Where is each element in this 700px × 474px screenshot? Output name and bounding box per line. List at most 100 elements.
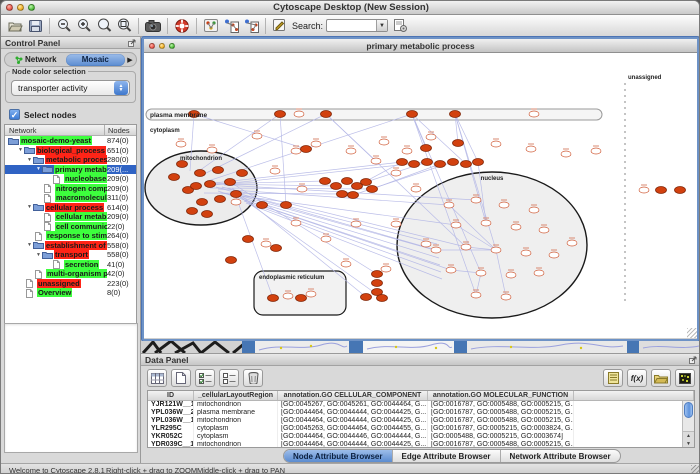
zoom-selected-icon[interactable]	[94, 16, 114, 35]
scrollbar-thumb[interactable]	[684, 402, 693, 418]
tree-row[interactable]: ▼primary metabo209(...	[5, 165, 136, 175]
unselect-attributes-icon[interactable]	[219, 369, 239, 387]
scrollbar-arrows[interactable]: ▲▼	[683, 431, 694, 447]
zoom-out-icon[interactable]	[54, 16, 74, 35]
disclosure-triangle-icon[interactable]: ▼	[35, 252, 42, 258]
zoom-fit-icon[interactable]	[114, 16, 134, 35]
tree-row[interactable]: mosaic-demo-yeast874(0)	[5, 136, 136, 146]
disclosure-triangle-icon[interactable]: ▼	[17, 147, 24, 153]
table-cell: YLR295C	[148, 425, 194, 433]
label-notepad-icon[interactable]	[603, 369, 623, 387]
float-panel-icon[interactable]	[689, 356, 697, 364]
data-panel: Data Panel f(x)	[141, 353, 700, 463]
select-nodes-label: Select nodes	[24, 110, 76, 120]
table-cell: [GO:0016787, GO:0005488, GO:0005215, G..…	[428, 401, 574, 409]
svg-text:mitochondrion: mitochondrion	[180, 156, 222, 162]
function-builder-icon[interactable]: f(x)	[627, 369, 647, 387]
tree-row[interactable]: nitrogen compo209(0)	[5, 184, 136, 194]
help-lifebuoy-icon[interactable]	[172, 16, 192, 35]
tab-network[interactable]: Network	[6, 54, 66, 66]
tree-row[interactable]: Overview 8(0)	[5, 288, 136, 298]
table-row[interactable]: YLR295Ccytoplasm[GO:0045263, GO:0044464,…	[148, 425, 694, 433]
table-cell	[574, 441, 694, 448]
import-attributes-icon[interactable]	[651, 369, 671, 387]
camera-icon[interactable]	[143, 16, 163, 35]
tree-row[interactable]: ▼establishment of lo558(0)	[5, 241, 136, 251]
annotation-icon[interactable]	[270, 16, 290, 35]
search-input[interactable]	[327, 20, 376, 31]
network-canvas[interactable]: plasma membranecytoplasmmitochondrionnuc…	[144, 53, 697, 338]
tree-row[interactable]: secretion41(0)	[5, 260, 136, 270]
column-id[interactable]: ID	[148, 391, 194, 400]
table-cell: YJR121W__1	[148, 401, 194, 409]
new-attribute-icon[interactable]	[171, 369, 191, 387]
table-cell: [GO:0044464, GO:0044444, GO:0044425, G..…	[278, 409, 428, 417]
tree-row[interactable]: cellular metabol209(0)	[5, 212, 136, 222]
status-bar: Welcome to Cytoscape 2.8.1 Right-click +…	[1, 463, 700, 474]
tree-row-label: transport	[54, 250, 89, 259]
open-file-icon[interactable]	[5, 16, 25, 35]
search-dropdown-icon[interactable]: ▼	[376, 20, 387, 31]
column-molecular-function[interactable]: annotation.GO MOLECULAR_FUNCTION	[428, 391, 574, 400]
table-cell: plasma membrane	[194, 409, 278, 417]
attribute-browser-tab-1[interactable]: Edge Attribute Browser	[393, 450, 501, 462]
tree-row[interactable]: unassigned223(0)	[5, 279, 136, 289]
table-row[interactable]: YKR052Ccytoplasm[GO:0044464, GO:0044446,…	[148, 433, 694, 441]
birds-eye-view-panel[interactable]	[4, 323, 138, 453]
table-cell: [GO:0044464, GO:0044444, GO:0044425, G..…	[278, 441, 428, 448]
attribute-browser-tab-0[interactable]: Node Attribute Browser	[284, 450, 393, 462]
attribute-browser-tab-2[interactable]: Network Attribute Browser	[501, 450, 620, 462]
attribute-table-icon[interactable]	[147, 369, 167, 387]
float-panel-icon[interactable]	[128, 39, 136, 47]
disclosure-triangle-icon[interactable]: ▼	[26, 204, 33, 210]
zoom-in-icon[interactable]	[74, 16, 94, 35]
window-resize-grip[interactable]	[691, 465, 700, 474]
file-icon	[43, 213, 54, 221]
folder-icon	[42, 251, 53, 259]
table-cell	[574, 425, 694, 433]
column-cellular-component[interactable]: annotation.GO CELLULAR_COMPONENT	[278, 391, 428, 400]
attribute-matrix-icon[interactable]	[675, 369, 695, 387]
delete-attribute-icon[interactable]	[243, 369, 263, 387]
network-manager-icon[interactable]	[201, 16, 221, 35]
layout-icon-1[interactable]	[221, 16, 241, 35]
disclosure-triangle-icon[interactable]: ▼	[35, 166, 42, 172]
network-view-titlebar[interactable]: primary metabolic process	[144, 39, 697, 53]
table-row[interactable]: YDR039C__1mitochondrion[GO:0044464, GO:0…	[148, 441, 694, 448]
tab-overflow-arrow[interactable]: ▶	[125, 56, 135, 64]
disclosure-triangle-icon[interactable]: ▼	[26, 242, 33, 248]
select-attributes-icon[interactable]	[195, 369, 215, 387]
tree-row[interactable]: ▼transport558(0)	[5, 250, 136, 260]
tree-row-label: biological_process	[36, 146, 106, 155]
tree-row[interactable]: multi-organism pro42(0)	[5, 269, 136, 279]
select-nodes-checkbox[interactable]: ✓	[9, 109, 20, 120]
column-region[interactable]: _cellularLayoutRegion	[194, 391, 278, 400]
tree-row[interactable]: nucleobase-209(0)	[5, 174, 136, 184]
tree-row[interactable]: response to stimul264(0)	[5, 231, 136, 241]
file-icon	[34, 232, 45, 240]
background-windows-strip	[141, 341, 700, 353]
tree-row[interactable]: ▼metabolic process280(0)	[5, 155, 136, 165]
table-row[interactable]: YPL036W__2plasma membrane[GO:0044464, GO…	[148, 409, 694, 417]
table-row[interactable]: YJR121W__1mitochondrion[GO:0045267, GO:0…	[148, 401, 694, 409]
view-resize-grip[interactable]	[687, 328, 697, 338]
node-color-dropdown[interactable]: transporter activity ▲▼	[11, 80, 130, 96]
disclosure-triangle-icon[interactable]: ▼	[26, 157, 33, 163]
tree-row-node-count: 8(0)	[107, 288, 137, 298]
tree-row[interactable]: cell communicat22(0)	[5, 222, 136, 232]
tree-row-label: Overview	[37, 288, 72, 297]
tree-row[interactable]: ▼cellular process614(0)	[5, 203, 136, 213]
layout-icon-2[interactable]	[241, 16, 261, 35]
attribute-table-header: ID _cellularLayoutRegion annotation.GO C…	[148, 391, 694, 401]
table-cell	[574, 417, 694, 425]
tree-row[interactable]: macromolecule311(0)	[5, 193, 136, 203]
tab-mosaic[interactable]: Mosaic	[66, 54, 126, 66]
file-icon	[25, 279, 36, 287]
table-row[interactable]: YPL036W__1mitochondrion[GO:0044464, GO:0…	[148, 417, 694, 425]
search-settings-icon[interactable]	[390, 16, 410, 35]
control-panel-header: Control Panel	[1, 37, 140, 49]
table-cell: [GO:0016787, GO:0005488, GO:0005215, G..…	[428, 417, 574, 425]
save-icon[interactable]	[25, 16, 45, 35]
tree-row[interactable]: ▼biological_process651(0)	[5, 146, 136, 156]
table-scrollbar[interactable]: ▲▼	[682, 401, 694, 447]
